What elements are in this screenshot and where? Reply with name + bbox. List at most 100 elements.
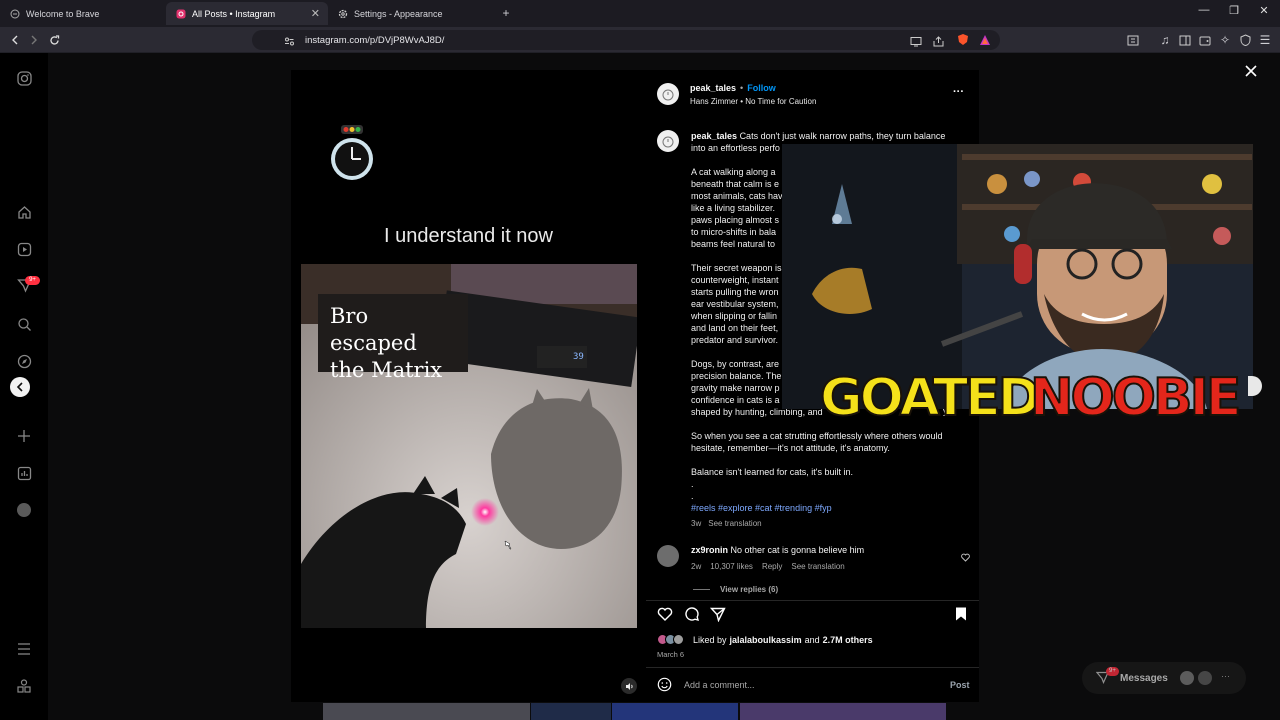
caption-meta: 3w See translation (691, 519, 762, 528)
previous-post-icon[interactable] (10, 377, 30, 397)
replies-line (693, 589, 710, 590)
related-post-thumb[interactable] (531, 703, 611, 720)
comment-age: 2w (691, 562, 702, 571)
next-post-icon[interactable] (1248, 376, 1262, 396)
divider (646, 600, 979, 601)
window-close-icon[interactable]: ✕ (1249, 4, 1279, 17)
music-icon[interactable]: ♫ (1157, 32, 1173, 48)
site-info-icon[interactable] (284, 34, 295, 52)
back-icon[interactable] (7, 32, 23, 48)
restore-icon[interactable]: ❐ (1219, 4, 1249, 17)
comment-meta: 2w 10,307 likes Reply See translation (691, 562, 845, 571)
author-avatar[interactable] (657, 83, 679, 105)
tab-label: Settings - Appearance (354, 8, 443, 19)
address-bar[interactable]: instagram.com/p/DVjP8WvAJ8D/ (252, 30, 1000, 50)
save-icon[interactable] (954, 606, 968, 627)
channel-name-banner: GOATED NOOBIE (819, 366, 1242, 432)
instagram-icon (176, 9, 186, 19)
tab-label: Welcome to Brave (26, 8, 100, 19)
banner-word-1: GOATED (819, 367, 1042, 429)
tab-instagram[interactable]: All Posts • Instagram ✕ (166, 2, 328, 25)
related-post-thumb[interactable] (323, 703, 530, 720)
title-bar: Welcome to Brave All Posts • Instagram ✕… (0, 0, 1280, 27)
liker-username[interactable]: jalalaboulkassim (730, 635, 802, 645)
reload-icon[interactable] (46, 32, 62, 48)
home-icon[interactable] (16, 204, 32, 220)
more-menu-icon[interactable] (16, 641, 32, 657)
separator-dot: • (740, 83, 744, 93)
instagram-logo-icon[interactable] (16, 70, 32, 86)
profile-avatar[interactable] (16, 502, 32, 518)
comment-input[interactable]: Add a comment... (684, 680, 755, 690)
caption-username[interactable]: peak_tales (691, 131, 737, 141)
commenter-avatar[interactable] (657, 545, 679, 567)
comment-likes[interactable]: 10,307 likes (710, 562, 753, 571)
reading-list-icon[interactable] (1177, 32, 1193, 48)
url-text[interactable]: instagram.com/p/DVjP8WvAJ8D/ (305, 35, 444, 46)
banner-word-2: NOOBIE (1029, 367, 1242, 429)
share-icon[interactable] (933, 34, 944, 52)
notification-badge: 9+ (25, 276, 40, 285)
vpn-shield-icon[interactable] (1237, 32, 1253, 48)
messages-more-icon[interactable]: ··· (1221, 671, 1230, 681)
caption-author-avatar[interactable] (657, 130, 679, 152)
post-date: March 6 (657, 650, 685, 659)
caption-paragraph-6: Balance isn't learned for cats, it's bui… (691, 467, 854, 477)
like-icon[interactable] (657, 606, 673, 627)
also-from-meta-icon[interactable] (16, 678, 32, 694)
instagram-nav-rail: 9+ (0, 53, 48, 720)
minimize-icon[interactable]: — (1189, 4, 1219, 16)
hashtags[interactable]: #reels #explore #cat #trending #fyp (691, 502, 961, 514)
menu-icon[interactable]: ☰ (1257, 32, 1273, 48)
meme-caption-line2: the Matrix (330, 358, 443, 382)
wallet-icon[interactable] (1197, 32, 1213, 48)
see-translation-link[interactable]: See translation (708, 519, 761, 528)
brave-lion-icon (10, 9, 20, 19)
comment-see-translation[interactable]: See translation (791, 562, 844, 571)
comment-like-icon[interactable] (961, 549, 970, 567)
reply-button[interactable]: Reply (762, 562, 782, 571)
dashboard-icon[interactable] (16, 465, 32, 481)
search-icon[interactable] (16, 316, 32, 332)
more-options-icon[interactable]: ··· (953, 86, 964, 98)
close-tab-icon[interactable]: ✕ (311, 7, 320, 20)
forward-icon[interactable] (26, 32, 42, 48)
leo-ai-icon[interactable]: ✧ (1217, 32, 1233, 48)
explore-icon[interactable] (16, 353, 32, 369)
brave-shields-icon[interactable] (957, 33, 969, 51)
tab-settings[interactable]: Settings - Appearance (328, 2, 498, 25)
create-icon[interactable] (16, 428, 32, 444)
tab-label: All Posts • Instagram (192, 8, 276, 19)
emoji-icon[interactable] (657, 677, 672, 697)
brave-rewards-icon[interactable] (979, 33, 991, 51)
browser-toolbar: instagram.com/p/DVjP8WvAJ8D/ ♫ ✧ ☰ (0, 27, 1280, 53)
related-post-thumb[interactable] (612, 703, 738, 720)
view-replies-link[interactable]: View replies (6) (720, 585, 778, 594)
new-tab-icon[interactable]: + (498, 5, 514, 21)
meme-caption-box: Bro escaped the Matrix (318, 294, 468, 382)
post-comment-button[interactable]: Post (950, 680, 970, 690)
comment-icon[interactable] (684, 606, 700, 627)
commenter-username[interactable]: zx9ronin (691, 545, 728, 555)
reels-icon[interactable] (16, 241, 32, 257)
volume-icon[interactable] (621, 678, 637, 694)
reel-headline: I understand it now (384, 225, 553, 247)
share-post-icon[interactable] (709, 606, 726, 627)
video-frame: Bro escaped the Matrix 39 (301, 264, 637, 628)
divider (646, 667, 979, 668)
reel-video-player[interactable]: I understand it now Bro escaped the Matr… (291, 70, 646, 702)
post-header: peak_tales • Follow (690, 83, 776, 93)
audio-track[interactable]: Hans Zimmer • No Time for Caution (690, 97, 816, 106)
author-username[interactable]: peak_tales (690, 83, 736, 93)
related-post-thumb[interactable] (740, 703, 946, 720)
close-modal-icon[interactable] (1244, 64, 1258, 83)
follow-button[interactable]: Follow (747, 83, 776, 93)
tab-welcome[interactable]: Welcome to Brave (0, 2, 166, 25)
likes-count[interactable]: 2.7M others (823, 635, 873, 645)
cast-icon[interactable] (910, 34, 922, 52)
likes-summary: Liked by jalalaboulkassim and 2.7M other… (693, 635, 873, 645)
sidebar-toggle-icon[interactable] (1125, 32, 1141, 48)
message-avatar (1180, 671, 1194, 685)
messages-launcher[interactable]: 9+ Messages ··· (1082, 662, 1246, 694)
liker-avatars (657, 634, 691, 646)
